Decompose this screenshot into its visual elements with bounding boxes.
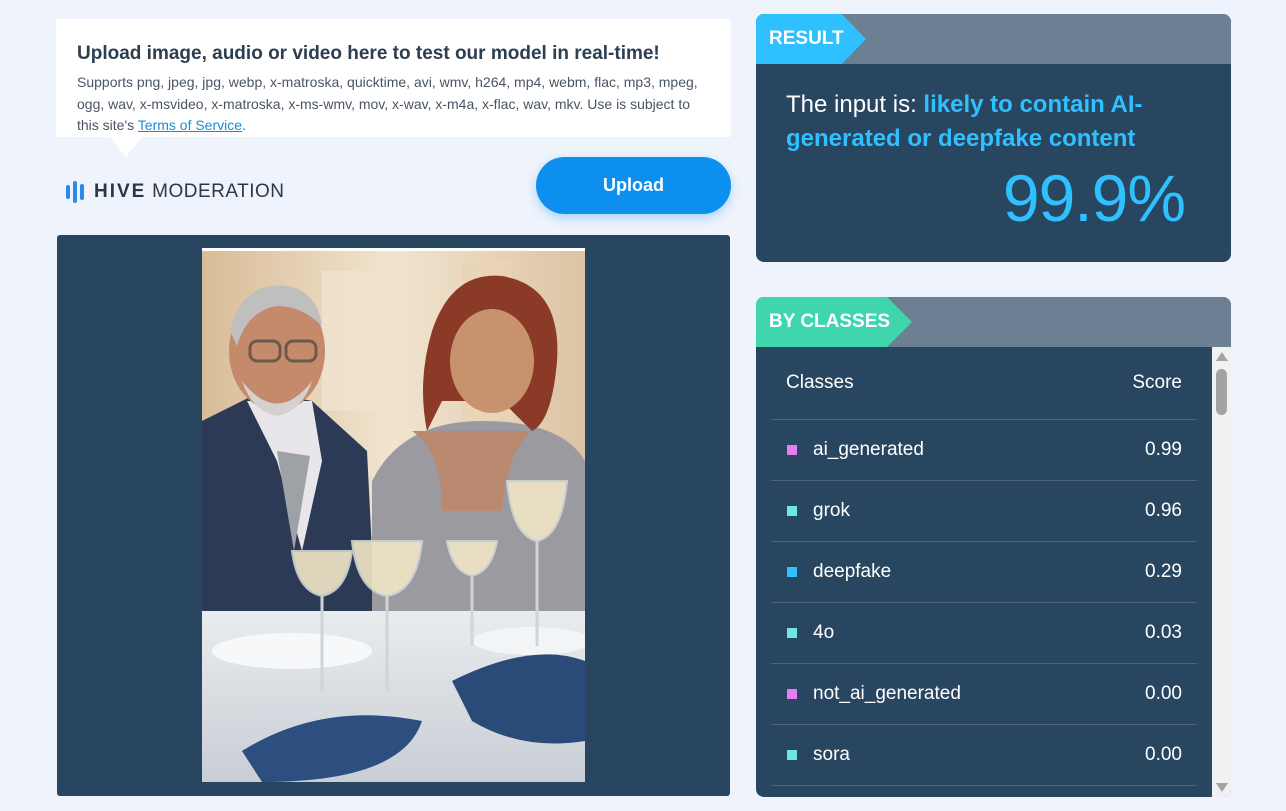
class-color-swatch [787, 567, 797, 577]
table-row: 4o 0.03 [771, 603, 1197, 664]
header-classes: Classes [786, 372, 854, 393]
table-row: not_ai_generated 0.00 [771, 664, 1197, 725]
class-color-swatch [787, 750, 797, 760]
terms-of-service-link[interactable]: Terms of Service [138, 117, 242, 133]
scroll-down-arrow-icon[interactable] [1216, 783, 1228, 792]
result-panel-header: RESULT [756, 14, 1231, 64]
uploaded-image [202, 248, 585, 782]
header-score: Score [1132, 372, 1182, 393]
media-preview [57, 235, 730, 796]
by-classes-tag: BY CLASSES [756, 297, 912, 347]
hive-moderation-logo[interactable]: HIVE MODERATION [66, 180, 285, 204]
brand-hive: HIVE [94, 181, 147, 202]
scroll-up-arrow-icon[interactable] [1216, 352, 1228, 361]
uploaded-image-graphic [202, 251, 585, 782]
upload-info-description: Supports png, jpeg, jpg, webp, x-matrosk… [77, 72, 711, 137]
table-row: ai_generated 0.99 [771, 420, 1197, 481]
upload-info-box: Upload image, audio or video here to tes… [56, 19, 731, 137]
result-prefix: The input is: [786, 91, 924, 118]
class-name: sora [813, 744, 850, 765]
hive-logo-icon [66, 181, 84, 203]
terms-suffix: . [242, 117, 246, 133]
upload-info-title: Upload image, audio or video here to tes… [77, 43, 660, 64]
class-name: ai_generated [813, 439, 924, 460]
result-score: 99.9% [1002, 161, 1186, 235]
class-score: 0.29 [1145, 561, 1182, 582]
class-color-swatch [787, 689, 797, 699]
classes-table[interactable]: Classes Score ai_generated 0.99 grok 0.96 de… [771, 347, 1197, 797]
table-row: sora 0.00 [771, 725, 1197, 786]
class-score: 0.96 [1145, 500, 1182, 521]
class-name: deepfake [813, 561, 892, 582]
table-row: deepfake 0.29 [771, 542, 1197, 603]
classes-table-header: Classes Score [771, 347, 1197, 420]
classes-panel: BY CLASSES Classes Score ai_generated 0.9… [756, 297, 1231, 797]
class-color-swatch [787, 445, 797, 455]
result-panel: RESULT The input is: likely to contain A… [756, 14, 1231, 262]
classes-scrollbar[interactable] [1212, 347, 1231, 797]
class-score: 0.00 [1145, 744, 1182, 765]
table-row: grok 0.96 [771, 481, 1197, 542]
class-score: 0.99 [1145, 439, 1182, 460]
brand-wordmark: HIVE MODERATION [94, 181, 285, 203]
info-box-pointer [110, 137, 142, 157]
brand-moderation: MODERATION [152, 181, 285, 202]
class-color-swatch [787, 506, 797, 516]
class-name: not_ai_generated [813, 683, 961, 704]
upload-button[interactable]: Upload [536, 157, 731, 214]
scrollbar-thumb[interactable] [1216, 369, 1227, 415]
result-tag: RESULT [756, 14, 866, 64]
class-name: grok [813, 500, 850, 521]
result-statement: The input is: likely to contain AI-gener… [786, 88, 1186, 156]
class-score: 0.03 [1145, 622, 1182, 643]
classes-panel-header: BY CLASSES [756, 297, 1231, 347]
class-color-swatch [787, 628, 797, 638]
class-score: 0.00 [1145, 683, 1182, 704]
class-name: 4o [813, 622, 835, 643]
